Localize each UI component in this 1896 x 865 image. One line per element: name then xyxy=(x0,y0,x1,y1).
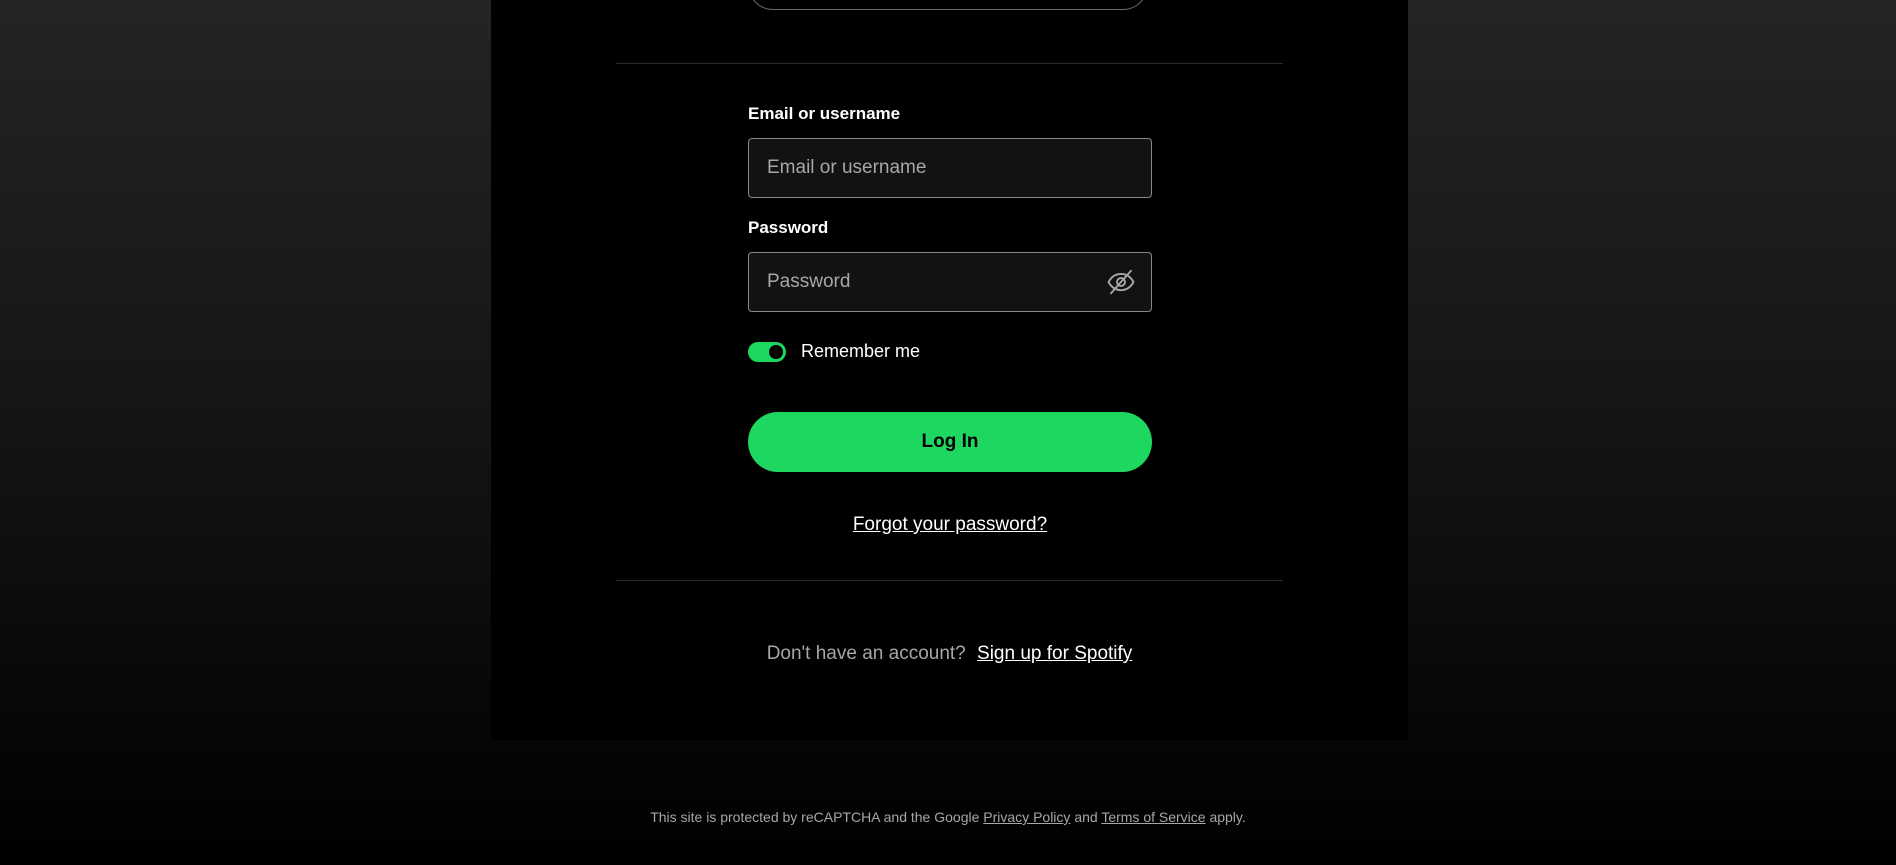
signup-row: Don't have an account? Sign up for Spoti… xyxy=(616,643,1283,665)
divider xyxy=(616,580,1283,581)
divider xyxy=(616,63,1283,64)
privacy-policy-link[interactable]: Privacy Policy xyxy=(983,809,1070,825)
show-password-button[interactable] xyxy=(1104,265,1138,299)
login-panel xyxy=(491,0,1408,740)
social-login-button[interactable] xyxy=(748,0,1148,10)
recaptcha-notice: This site is protected by reCAPTCHA and … xyxy=(0,809,1896,825)
recaptcha-prefix: This site is protected by reCAPTCHA and … xyxy=(650,809,980,825)
email-field[interactable] xyxy=(748,138,1152,198)
toggle-knob xyxy=(769,345,783,359)
email-field-label: Email or username xyxy=(748,104,901,123)
password-field-label: Password xyxy=(748,218,829,237)
remember-me-toggle[interactable] xyxy=(748,342,786,362)
password-field[interactable] xyxy=(748,252,1152,312)
terms-of-service-link[interactable]: Terms of Service xyxy=(1101,809,1205,825)
login-button[interactable]: Log In xyxy=(748,412,1152,472)
recaptcha-and: and xyxy=(1074,809,1098,825)
signup-prompt: Don't have an account? xyxy=(766,643,966,664)
eye-slash-icon xyxy=(1107,269,1135,295)
forgot-password-link[interactable]: Forgot your password? xyxy=(748,514,1152,536)
recaptcha-suffix: apply. xyxy=(1209,809,1246,825)
remember-me-label[interactable]: Remember me xyxy=(801,341,920,362)
signup-link[interactable]: Sign up for Spotify xyxy=(977,643,1132,664)
